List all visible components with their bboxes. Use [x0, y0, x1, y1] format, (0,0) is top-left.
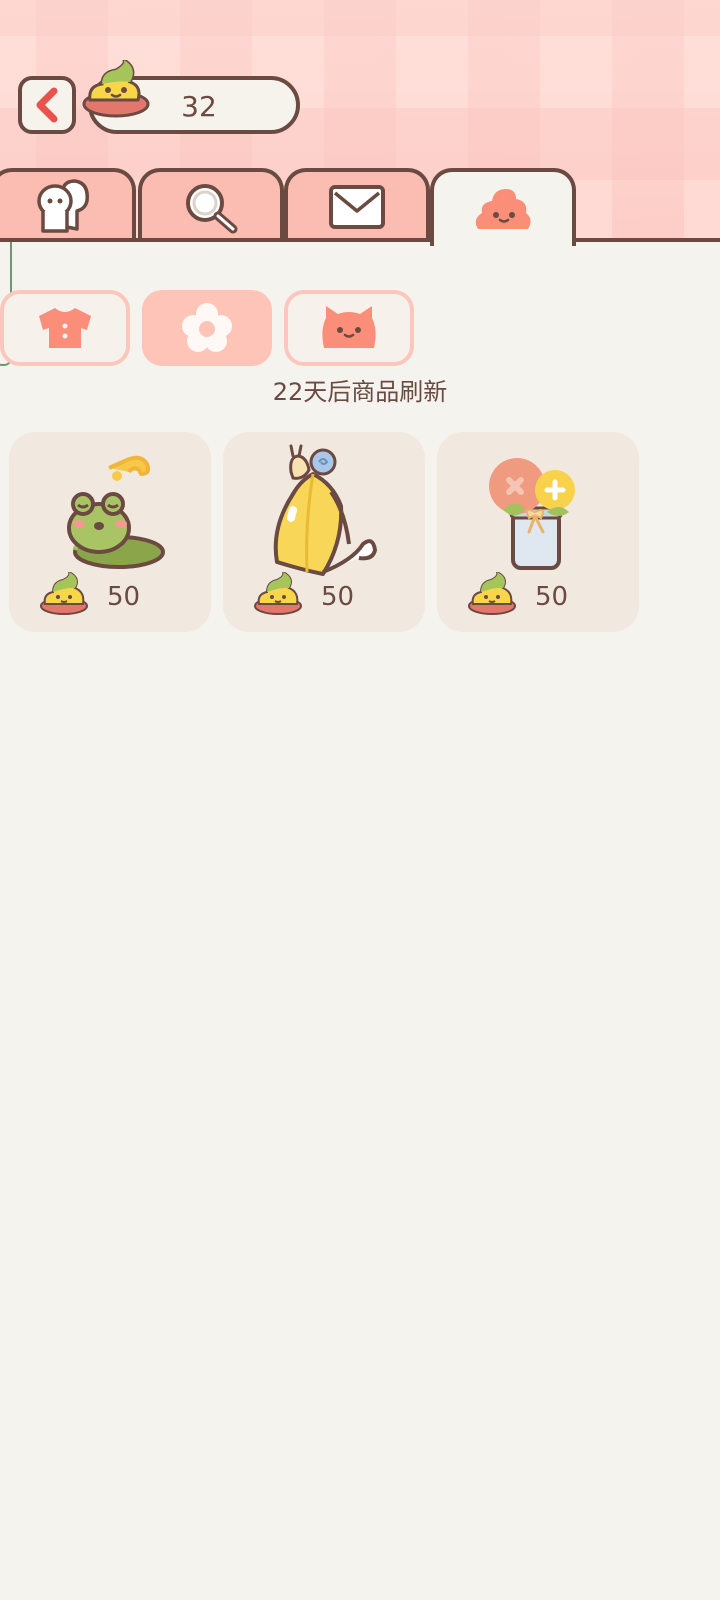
shirt-icon [39, 308, 91, 348]
flower-icon [182, 303, 232, 352]
poop-coin-icon [254, 572, 302, 615]
tab-search[interactable] [138, 168, 284, 242]
category-clothing[interactable] [0, 290, 130, 366]
tab-friends[interactable] [0, 168, 136, 242]
tab-mail[interactable] [284, 168, 430, 242]
item-price: 50 [107, 582, 141, 612]
shop-item-umbrella[interactable]: 50 [223, 432, 425, 632]
poop-coin-icon [82, 60, 150, 118]
item-price: 50 [535, 582, 569, 612]
back-button[interactable] [18, 76, 76, 134]
search-icon [186, 184, 238, 234]
poop-coin-icon [468, 572, 516, 615]
tab-underline [0, 238, 720, 242]
shop-item-frog[interactable]: 50 [9, 432, 211, 632]
friends-icon [37, 179, 89, 233]
category-flowers[interactable] [142, 290, 272, 366]
poop-shop-icon [475, 189, 531, 229]
cat-icon [322, 306, 376, 348]
shop-item-flower-jar[interactable]: 50 [437, 432, 639, 632]
chevron-left-icon [36, 87, 58, 123]
refresh-countdown-text: 22天后商品刷新 [272, 378, 448, 406]
mail-icon [329, 185, 385, 229]
active-tab-gap [434, 234, 572, 244]
frog-on-lily-pad-icon [67, 455, 165, 569]
yellow-umbrella-with-snail-icon [273, 444, 378, 576]
poop-coin-icon [40, 572, 88, 615]
item-price: 50 [321, 582, 355, 612]
flower-jar-icon [489, 458, 575, 570]
category-pets[interactable] [284, 290, 414, 366]
